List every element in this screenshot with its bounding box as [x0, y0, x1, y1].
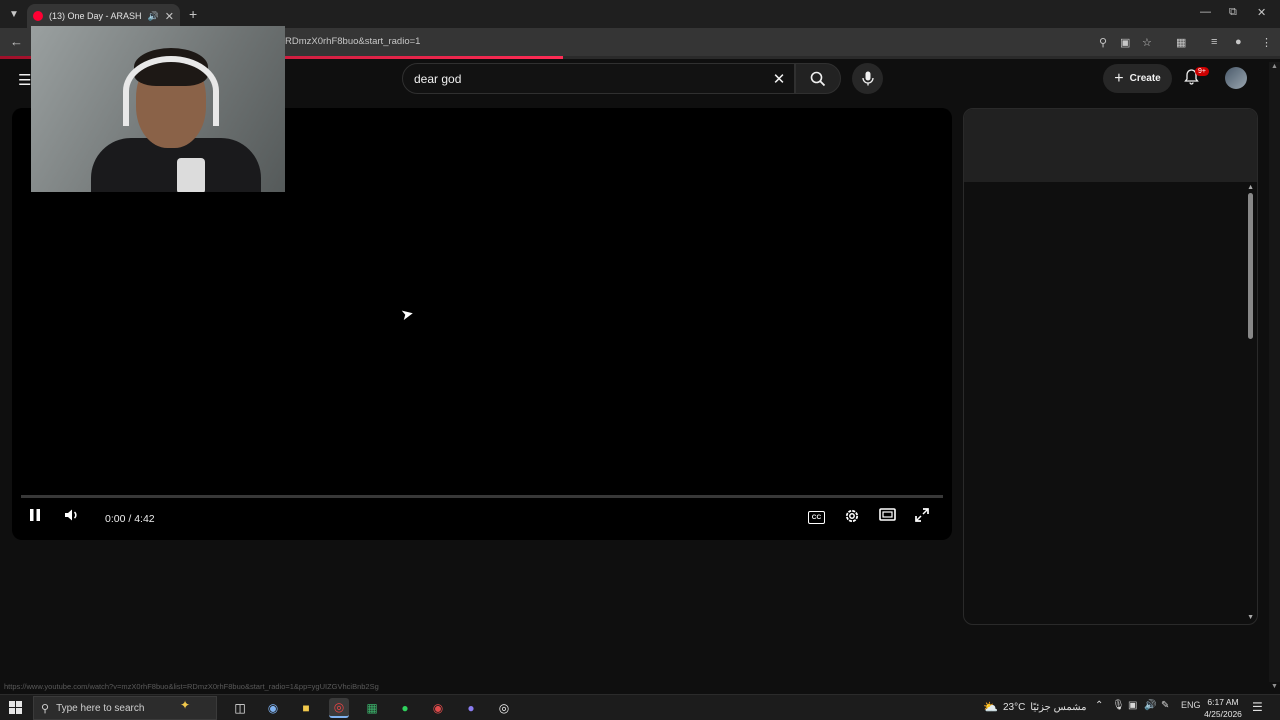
weather-desc: مشمس جزئيًا [1030, 701, 1087, 713]
weather-widget[interactable]: ⛅ 23°C مشمس جزئيًا [983, 700, 1086, 714]
green-app-icon[interactable]: ● [395, 698, 415, 718]
side-panel-header [964, 109, 1257, 182]
video-time-display: 0:00 / 4:42 [105, 513, 155, 525]
create-label: Create [1129, 73, 1161, 84]
copilot-sparkle-icon[interactable]: ✦ [180, 698, 190, 712]
excel-icon[interactable]: ▦ [362, 698, 382, 718]
search-icon [810, 71, 826, 86]
scroll-down-icon[interactable]: ▼ [1271, 683, 1278, 690]
search-button[interactable] [795, 63, 841, 94]
windows-taskbar: ⚲ Type here to search ✦ ◫ ◉ ■ ◎ ▦ ● ◉ ● … [0, 694, 1280, 720]
captions-icon[interactable]: CC [808, 511, 825, 524]
discord-icon[interactable]: ● [461, 698, 481, 718]
obs-studio-icon[interactable]: ◎ [494, 698, 514, 718]
new-tab-plus-icon[interactable]: + [189, 6, 197, 22]
side-scroll-up-icon[interactable]: ▲ [1247, 184, 1254, 191]
avatar[interactable] [1225, 67, 1247, 89]
task-view-icon[interactable]: ◫ [230, 698, 250, 718]
speaker-icon[interactable]: 🔊 [1144, 700, 1156, 711]
back-arrow-icon[interactable]: ← [10, 34, 23, 49]
search-query[interactable]: dear god [414, 72, 764, 86]
webcam-headset [123, 56, 219, 126]
notification-center-icon[interactable]: ☰ [1252, 700, 1263, 714]
extensions-icon[interactable]: ▦ [1176, 36, 1186, 49]
browser-tab-active[interactable]: (13) One Day - ARASH feat 🔊 ✕ [27, 4, 180, 28]
clock-time: 6:17 AM [1207, 697, 1239, 707]
theater-mode-icon[interactable] [879, 508, 896, 524]
address-bar-url[interactable]: RDmzX0rhF8buo&start_radio=1 [285, 36, 420, 47]
tab-search-chevron-icon[interactable]: ▼ [6, 6, 22, 22]
voice-search-button[interactable] [852, 63, 883, 94]
install-app-icon[interactable]: ▣ [1120, 36, 1130, 49]
tray-mic-icon[interactable]: 🎙 [1112, 700, 1125, 711]
search-input[interactable]: dear god ✕ [402, 63, 795, 94]
window-close-icon[interactable]: ✕ [1257, 6, 1266, 19]
microphone-icon [861, 71, 874, 86]
partly-sunny-icon: ⛅ [983, 700, 998, 714]
tab-audio-icon[interactable]: 🔊 [148, 11, 159, 22]
media-queue-icon[interactable]: ≡ [1211, 36, 1217, 48]
side-panel-scrollbar[interactable] [1248, 193, 1253, 339]
taskbar-clock[interactable]: 6:17 AM 4/25/2026 [1200, 696, 1246, 720]
browser-menu-icon[interactable]: ⋮ [1261, 36, 1272, 49]
chrome-icon[interactable]: ◎ [329, 698, 349, 718]
side-scroll-down-icon[interactable]: ▼ [1247, 614, 1254, 621]
hamburger-menu-icon[interactable]: ☰ [18, 71, 31, 89]
search-icon: ⚲ [41, 702, 50, 715]
browser-tab-strip: ▼ (13) One Day - ARASH feat 🔊 ✕ + — ⧉ ✕ [0, 0, 1280, 28]
restore-icon[interactable]: ⧉ [1229, 6, 1237, 19]
plus-icon: + [1114, 69, 1124, 87]
status-bar-url: https://www.youtube.com/watch?v=mzX0rhF8… [4, 682, 379, 691]
bookmark-star-icon[interactable]: ☆ [1142, 36, 1152, 49]
video-progress-bar[interactable] [21, 495, 943, 498]
show-hidden-icons-icon[interactable]: ⌃ [1095, 700, 1103, 711]
clear-search-icon[interactable]: ✕ [764, 70, 794, 88]
webcam-overlay [31, 26, 285, 192]
profile-icon[interactable]: ● [1235, 36, 1242, 48]
zoom-icon[interactable]: ⚲ [1099, 36, 1107, 49]
minimize-icon[interactable]: — [1200, 6, 1211, 18]
fullscreen-icon[interactable] [915, 508, 929, 525]
pen-icon[interactable]: ✎ [1161, 700, 1169, 711]
file-explorer-icon[interactable]: ■ [296, 698, 316, 718]
tab-title: (13) One Day - ARASH feat [49, 11, 142, 21]
scroll-up-icon[interactable]: ▲ [1271, 63, 1278, 70]
pause-icon[interactable] [29, 508, 41, 525]
language-indicator[interactable]: ENG [1181, 700, 1201, 710]
obs-record-icon[interactable]: ◉ [428, 698, 448, 718]
youtube-favicon-icon [33, 11, 43, 21]
clock-date: 4/25/2026 [1204, 709, 1242, 719]
create-button[interactable]: + Create [1103, 64, 1172, 93]
webcam-microphone [177, 158, 205, 192]
notification-badge: 9+ [1195, 67, 1209, 76]
windows-start-icon[interactable] [9, 701, 22, 714]
tab-close-icon[interactable]: ✕ [165, 10, 174, 23]
taskbar-search-placeholder: Type here to search [56, 702, 145, 714]
volume-icon[interactable] [64, 508, 80, 525]
gear-icon[interactable] [844, 508, 860, 527]
playlist-side-panel: ▲ ▼ [963, 108, 1258, 625]
page-scrollbar[interactable] [1269, 62, 1280, 682]
copilot-app-icon[interactable]: ◉ [263, 698, 283, 718]
weather-temp: 23°C [1002, 701, 1026, 713]
network-icon[interactable]: ▣ [1128, 700, 1137, 711]
